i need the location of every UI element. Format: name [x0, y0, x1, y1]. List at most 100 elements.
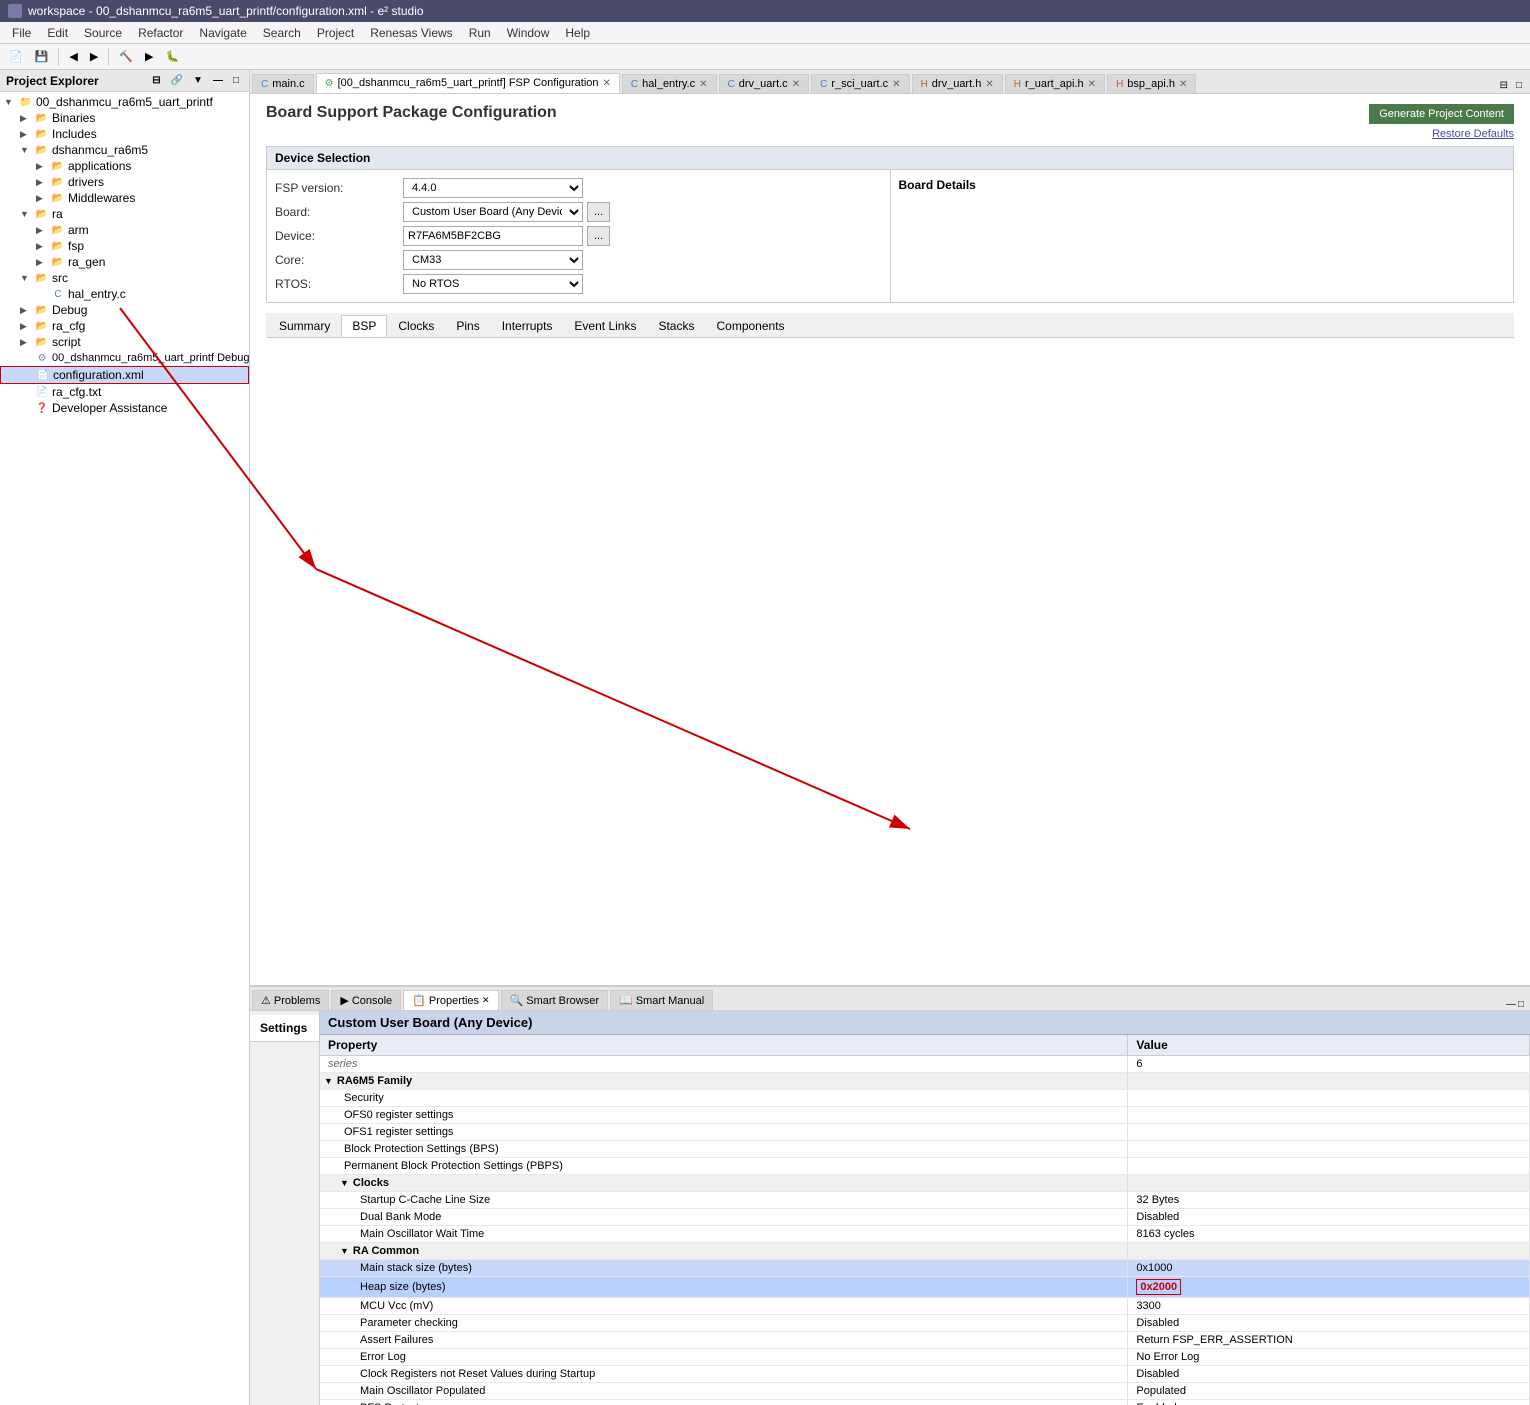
expand-ra-gen[interactable]: ▶	[36, 257, 50, 268]
settings-tab-item[interactable]: Settings	[250, 1015, 319, 1042]
toolbar-build[interactable]: 🔨	[114, 47, 138, 66]
tab-bsp-api-h[interactable]: H bsp_api.h ✕	[1107, 74, 1196, 93]
tree-item-src[interactable]: ▼ 📂 src	[0, 270, 249, 286]
subtab-event-links[interactable]: Event Links	[563, 315, 647, 337]
tab-hal-entry[interactable]: C hal_entry.c ✕	[622, 74, 717, 93]
prop-item-value[interactable]	[1128, 1107, 1530, 1124]
toolbar-debug[interactable]: 🐛	[161, 47, 185, 66]
tree-item-dev-assistance[interactable]: ▶ ❓ Developer Assistance	[0, 400, 249, 416]
tree-item-debug-flat[interactable]: ▶ ⚙ 00_dshanmcu_ra6m5_uart_printf Debug_…	[0, 350, 249, 366]
fsp-version-select[interactable]: 4.4.0	[403, 178, 583, 198]
tab-close-drv-uart-h[interactable]: ✕	[985, 79, 993, 90]
prop-group-label[interactable]: ▼Clocks	[320, 1175, 1128, 1192]
table-row[interactable]: Error LogNo Error Log	[320, 1349, 1530, 1366]
rtos-select[interactable]: No RTOS	[403, 274, 583, 294]
expand-script[interactable]: ▶	[20, 337, 34, 348]
expand-includes[interactable]: ▶	[20, 129, 34, 140]
device-input[interactable]	[403, 226, 583, 246]
board-select[interactable]: Custom User Board (Any Device)	[403, 202, 583, 222]
bottom-bar-minimize[interactable]: —	[1506, 999, 1516, 1010]
tab-drv-uart-c[interactable]: C drv_uart.c ✕	[719, 74, 810, 93]
expand-applications[interactable]: ▶	[36, 161, 50, 172]
tab-fsp-config[interactable]: ⚙ [00_dshanmcu_ra6m5_uart_printf] FSP Co…	[316, 73, 620, 93]
table-row[interactable]: Startup C-Cache Line Size32 Bytes	[320, 1192, 1530, 1209]
table-row[interactable]: Main Oscillator Wait Time8163 cycles	[320, 1226, 1530, 1243]
subtab-interrupts[interactable]: Interrupts	[491, 315, 564, 337]
expand-arm[interactable]: ▶	[36, 225, 50, 236]
menu-run[interactable]: Run	[461, 24, 499, 42]
bottom-bar-maximize[interactable]: □	[1518, 999, 1524, 1010]
subtab-clocks[interactable]: Clocks	[387, 315, 445, 337]
menu-renesas-views[interactable]: Renesas Views	[362, 24, 461, 42]
tree-item-ra-gen[interactable]: ▶ 📂 ra_gen	[0, 254, 249, 270]
menu-source[interactable]: Source	[76, 24, 130, 42]
toolbar-run[interactable]: ▶	[140, 47, 158, 66]
table-row[interactable]: Main Oscillator PopulatedPopulated	[320, 1383, 1530, 1400]
prop-item-value[interactable]: Return FSP_ERR_ASSERTION	[1128, 1332, 1530, 1349]
menu-navigate[interactable]: Navigate	[191, 24, 254, 42]
menu-project[interactable]: Project	[309, 24, 362, 42]
tab-close-r-uart-api-h[interactable]: ✕	[1088, 79, 1096, 90]
tab-close-fsp-config[interactable]: ✕	[603, 78, 611, 89]
tree-item-arm[interactable]: ▶ 📂 arm	[0, 222, 249, 238]
panel-menu-btn[interactable]: ▼	[189, 73, 207, 88]
tab-r-sci-uart-c[interactable]: C r_sci_uart.c ✕	[811, 74, 909, 93]
menu-file[interactable]: File	[4, 24, 39, 42]
expand-debug[interactable]: ▶	[20, 305, 34, 316]
prop-item-value[interactable]: Disabled	[1128, 1209, 1530, 1226]
tree-item-root[interactable]: ▼ 📁 00_dshanmcu_ra6m5_uart_printf	[0, 94, 249, 110]
subtab-components[interactable]: Components	[705, 315, 795, 337]
toolbar-back[interactable]: ◀	[64, 47, 82, 66]
menu-window[interactable]: Window	[499, 24, 558, 42]
bottom-tab-smart-browser[interactable]: 🔍 Smart Browser	[501, 990, 608, 1010]
prop-item-value[interactable]: Enabled	[1128, 1400, 1530, 1405]
table-row[interactable]: Security	[320, 1090, 1530, 1107]
core-select[interactable]: CM33	[403, 250, 583, 270]
prop-group-label[interactable]: ▼RA6M5 Family	[320, 1073, 1128, 1090]
toolbar-new[interactable]: 📄	[4, 47, 28, 66]
expand-root[interactable]: ▼	[4, 97, 18, 107]
tree-item-fsp[interactable]: ▶ 📂 fsp	[0, 238, 249, 254]
table-row[interactable]: Block Protection Settings (BPS)	[320, 1141, 1530, 1158]
bottom-tab-properties[interactable]: 📋 Properties ✕	[403, 990, 498, 1010]
menu-search[interactable]: Search	[255, 24, 309, 42]
generate-project-btn[interactable]: Generate Project Content	[1369, 104, 1514, 124]
table-row[interactable]: MCU Vcc (mV)3300	[320, 1298, 1530, 1315]
menu-help[interactable]: Help	[557, 24, 598, 42]
table-row[interactable]: Permanent Block Protection Settings (PBP…	[320, 1158, 1530, 1175]
table-row[interactable]: Assert FailuresReturn FSP_ERR_ASSERTION	[320, 1332, 1530, 1349]
prop-item-value[interactable]: 32 Bytes	[1128, 1192, 1530, 1209]
tree-item-configuration-xml[interactable]: ▶ 📄 configuration.xml	[0, 366, 249, 384]
prop-item-value[interactable]	[1128, 1158, 1530, 1175]
tab-close-drv-uart-c[interactable]: ✕	[792, 79, 800, 90]
bottom-tab-console[interactable]: ▶ Console	[331, 990, 401, 1010]
expand-ra-cfg[interactable]: ▶	[20, 321, 34, 332]
table-row[interactable]: Heap size (bytes)0x2000	[320, 1277, 1530, 1298]
menu-refactor[interactable]: Refactor	[130, 24, 191, 42]
prop-item-value[interactable]	[1128, 1141, 1530, 1158]
bottom-tab-close-properties[interactable]: ✕	[482, 995, 490, 1006]
table-row[interactable]: Clock Registers not Reset Values during …	[320, 1366, 1530, 1383]
tab-close-hal-entry[interactable]: ✕	[699, 79, 707, 90]
menu-edit[interactable]: Edit	[39, 24, 76, 42]
tree-item-script[interactable]: ▶ 📂 script	[0, 334, 249, 350]
prop-item-value[interactable]: No Error Log	[1128, 1349, 1530, 1366]
tree-item-applications[interactable]: ▶ 📂 applications	[0, 158, 249, 174]
table-row[interactable]: Main stack size (bytes)0x1000	[320, 1260, 1530, 1277]
prop-item-value[interactable]: Disabled	[1128, 1315, 1530, 1332]
subtab-pins[interactable]: Pins	[445, 315, 490, 337]
tree-item-drivers[interactable]: ▶ 📂 drivers	[0, 174, 249, 190]
expand-src[interactable]: ▼	[20, 273, 34, 283]
prop-item-value[interactable]: 8163 cycles	[1128, 1226, 1530, 1243]
prop-item-value[interactable]: 3300	[1128, 1298, 1530, 1315]
table-row[interactable]: OFS1 register settings	[320, 1124, 1530, 1141]
prop-item-value[interactable]	[1128, 1124, 1530, 1141]
expand-middlewares[interactable]: ▶	[36, 193, 50, 204]
tab-r-uart-api-h[interactable]: H r_uart_api.h ✕	[1005, 74, 1105, 93]
expand-dshanmcu[interactable]: ▼	[20, 145, 34, 155]
collapse-all-btn[interactable]: ⊟	[148, 73, 164, 88]
expand-ra[interactable]: ▼	[20, 209, 34, 219]
link-editor-btn[interactable]: 🔗	[167, 73, 187, 88]
prop-item-value[interactable]: 0x1000	[1128, 1260, 1530, 1277]
subtab-stacks[interactable]: Stacks	[647, 315, 705, 337]
